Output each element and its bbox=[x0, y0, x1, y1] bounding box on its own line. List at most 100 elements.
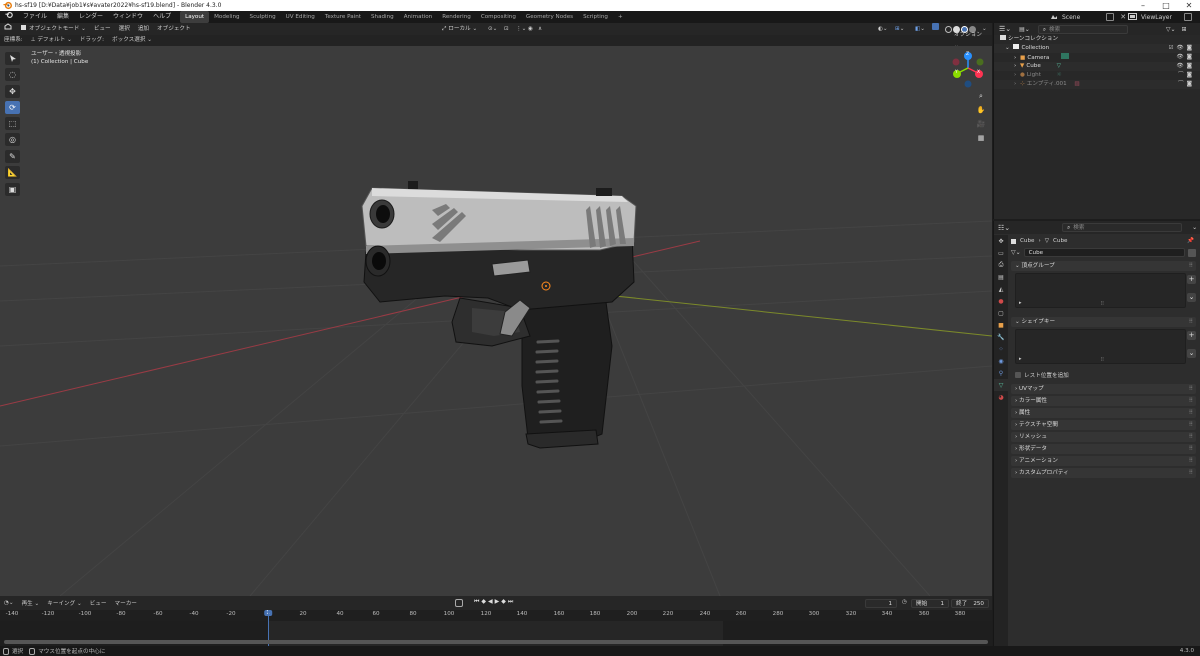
panel-uv-maps[interactable]: › UVマップ ⠿ bbox=[1011, 384, 1196, 394]
play-icon[interactable]: ▶ bbox=[495, 598, 500, 606]
modifier-tab-icon[interactable]: 🔧 bbox=[994, 331, 1008, 343]
snap-icon[interactable]: ⊡ bbox=[500, 23, 513, 35]
maximize-button[interactable]: □ bbox=[1155, 0, 1177, 11]
workspace-tab-animation[interactable]: Animation bbox=[399, 11, 438, 23]
transform-tool-icon[interactable]: ◎ bbox=[5, 133, 20, 146]
constraints-tab-icon[interactable]: ⚲ bbox=[994, 367, 1008, 379]
expand-chevron-icon[interactable]: › bbox=[1014, 63, 1016, 69]
menu-render[interactable]: レンダー bbox=[74, 11, 108, 23]
drag-handle-icon[interactable]: ⠿ bbox=[1189, 396, 1193, 406]
gizmo-toggle-icon[interactable]: ⊞⌄ bbox=[891, 23, 908, 35]
list-resize-icon[interactable]: ⠿ bbox=[1101, 357, 1105, 363]
menu-object[interactable]: オブジェクト bbox=[153, 23, 195, 35]
prev-key-icon[interactable]: ◆ bbox=[481, 598, 486, 606]
timeline-view-menu[interactable]: ビュー bbox=[86, 599, 111, 607]
world-tab-icon[interactable]: ● bbox=[994, 295, 1008, 307]
workspace-tab-layout[interactable]: Layout bbox=[180, 11, 210, 23]
rest-position-checkbox[interactable] bbox=[1015, 372, 1021, 378]
expand-chevron-icon[interactable]: › bbox=[1014, 72, 1016, 78]
annotate-tool-icon[interactable]: ✎ bbox=[5, 150, 20, 163]
render-tab-icon[interactable]: ▭ bbox=[994, 247, 1008, 259]
material-tab-icon[interactable]: ◕ bbox=[994, 391, 1008, 403]
drag-handle-icon[interactable]: ⠿ bbox=[1189, 408, 1193, 418]
outliner-row-camera[interactable]: › ■ Camera 👁◙ bbox=[994, 53, 1200, 62]
particles-tab-icon[interactable]: ⁘ bbox=[994, 343, 1008, 355]
vertex-group-menu-button[interactable]: ⌄ bbox=[1187, 293, 1196, 302]
current-frame-field[interactable]: 1 bbox=[865, 599, 897, 608]
workspace-tab-texture-paint[interactable]: Texture Paint bbox=[320, 11, 366, 23]
new-view-layer-icon[interactable] bbox=[1183, 13, 1192, 21]
list-filter-icon[interactable]: ▸ bbox=[1019, 300, 1022, 306]
properties-editor-type-icon[interactable]: ☷⌄ bbox=[998, 224, 1010, 232]
pivot-point-icon[interactable]: ⊙⌄ bbox=[484, 23, 501, 35]
drag-handle-icon[interactable]: ⠿ bbox=[1189, 317, 1193, 327]
select-box-tool-icon[interactable] bbox=[5, 52, 20, 65]
blender-menu-icon[interactable] bbox=[0, 11, 18, 24]
timeline-editor-type-icon[interactable]: ◔⌄ bbox=[0, 600, 18, 606]
outliner-row-empty[interactable]: › ⊹ エンプティ.001 ▨ ⌒◙ bbox=[994, 80, 1200, 89]
rotate-tool-icon[interactable]: ⟳ bbox=[5, 101, 20, 114]
menu-window[interactable]: ウィンドウ bbox=[108, 11, 148, 23]
view-layer-tab-icon[interactable]: ▤ bbox=[994, 271, 1008, 283]
light-visibility-icons[interactable]: ⌒◙ bbox=[1178, 71, 1195, 80]
panel-attributes[interactable]: › 属性 ⠿ bbox=[1011, 408, 1196, 418]
scene-tab-icon[interactable]: ◭ bbox=[994, 283, 1008, 295]
cursor-tool-icon[interactable]: ◌ bbox=[5, 68, 20, 81]
outliner-row-collection[interactable]: ⌄ Collection ☑👁◙ bbox=[994, 44, 1200, 53]
3d-viewport[interactable]: Z X Y ユーザー・透視投影 (1) Collection | Cube ◌ … bbox=[0, 46, 992, 596]
workspace-tab-geometry-nodes[interactable]: Geometry Nodes bbox=[521, 11, 578, 23]
collection-visibility-icons[interactable]: ☑👁◙ bbox=[1168, 44, 1195, 53]
new-collection-icon[interactable]: ⊞ bbox=[1182, 26, 1187, 33]
vertex-groups-list[interactable]: ▸ ⠿ bbox=[1015, 273, 1186, 308]
shape-keys-list[interactable]: ▸ ⠿ bbox=[1015, 329, 1186, 364]
timeline-scrollbar[interactable] bbox=[4, 640, 988, 644]
drag-handle-icon[interactable]: ⠿ bbox=[1189, 456, 1193, 466]
list-resize-icon[interactable]: ⠿ bbox=[1101, 301, 1105, 307]
outliner-editor-type-icon[interactable]: ☰⌄ bbox=[999, 25, 1011, 33]
menu-add[interactable]: 追加 bbox=[134, 23, 153, 35]
panel-animation[interactable]: › アニメーション ⠿ bbox=[1011, 456, 1196, 466]
perspective-toggle-icon[interactable]: ▦ bbox=[975, 132, 987, 144]
collection-tab-icon[interactable]: ▢ bbox=[994, 307, 1008, 319]
cube-visibility-icons[interactable]: 👁◙ bbox=[1176, 62, 1195, 71]
workspace-tab-shading[interactable]: Shading bbox=[366, 11, 399, 23]
close-button[interactable]: ✕ bbox=[1178, 0, 1200, 11]
panel-texture-space[interactable]: › テクスチャ空間 ⠿ bbox=[1011, 420, 1196, 430]
transform-orientation-selector[interactable]: ⤢ ローカル ⌄ bbox=[438, 23, 481, 35]
expand-chevron-icon[interactable]: ⌄ bbox=[1005, 45, 1010, 51]
outliner-row-scene-collection[interactable]: シーンコレクション bbox=[994, 35, 1200, 44]
workspace-tab-compositing[interactable]: Compositing bbox=[476, 11, 521, 23]
menu-file[interactable]: ファイル bbox=[18, 11, 52, 23]
add-workspace-button[interactable]: + bbox=[613, 11, 628, 23]
drag-handle-icon[interactable]: ⠿ bbox=[1189, 261, 1193, 271]
jump-end-icon[interactable]: ⏭ bbox=[508, 598, 513, 606]
pan-hand-icon[interactable]: ✋ bbox=[975, 104, 987, 116]
scene-selector[interactable]: Scene ✕ bbox=[1050, 11, 1127, 23]
pin-icon[interactable]: 📌 bbox=[1187, 238, 1194, 244]
outliner-search-field[interactable]: ⌕ 検索 bbox=[1037, 24, 1128, 34]
menu-select[interactable]: 選択 bbox=[115, 23, 134, 35]
mesh-browse-icon[interactable]: ▽⌄ bbox=[1011, 249, 1021, 256]
menu-help[interactable]: ヘルプ bbox=[148, 11, 176, 23]
camera-visibility-icons[interactable]: 👁◙ bbox=[1176, 53, 1195, 62]
jump-start-icon[interactable]: ⏮ bbox=[474, 598, 479, 606]
workspace-tab-uv-editing[interactable]: UV Editing bbox=[281, 11, 320, 23]
timeline-area[interactable] bbox=[0, 610, 992, 646]
add-cube-tool-icon[interactable]: ▣ bbox=[5, 183, 20, 196]
minimize-button[interactable]: – bbox=[1132, 0, 1154, 11]
panel-remesh[interactable]: › リメッシュ ⠿ bbox=[1011, 432, 1196, 442]
orientation-dropdown[interactable]: ⊥ デフォルト ⌄ bbox=[27, 35, 76, 46]
panel-color-attributes[interactable]: › カラー属性 ⠿ bbox=[1011, 396, 1196, 406]
measure-tool-icon[interactable]: 📐 bbox=[5, 166, 20, 179]
menu-edit[interactable]: 編集 bbox=[52, 11, 74, 23]
workspace-tab-modeling[interactable]: Modeling bbox=[209, 11, 244, 23]
options-chevron-icon[interactable]: ⌄ bbox=[1192, 224, 1197, 231]
mesh-name-field[interactable]: Cube bbox=[1023, 248, 1185, 257]
drag-handle-icon[interactable]: ⠿ bbox=[1189, 384, 1193, 394]
next-key-icon[interactable]: ◆ bbox=[501, 598, 506, 606]
panel-geometry-data[interactable]: › 形状データ ⠿ bbox=[1011, 444, 1196, 454]
filter-display-icon[interactable]: ▤⌄ bbox=[1019, 26, 1030, 33]
visibility-selector-icon[interactable]: ◐⌄ bbox=[874, 23, 892, 35]
new-scene-icon[interactable] bbox=[1106, 13, 1115, 21]
end-frame-field[interactable]: 終了 250 bbox=[951, 599, 989, 608]
